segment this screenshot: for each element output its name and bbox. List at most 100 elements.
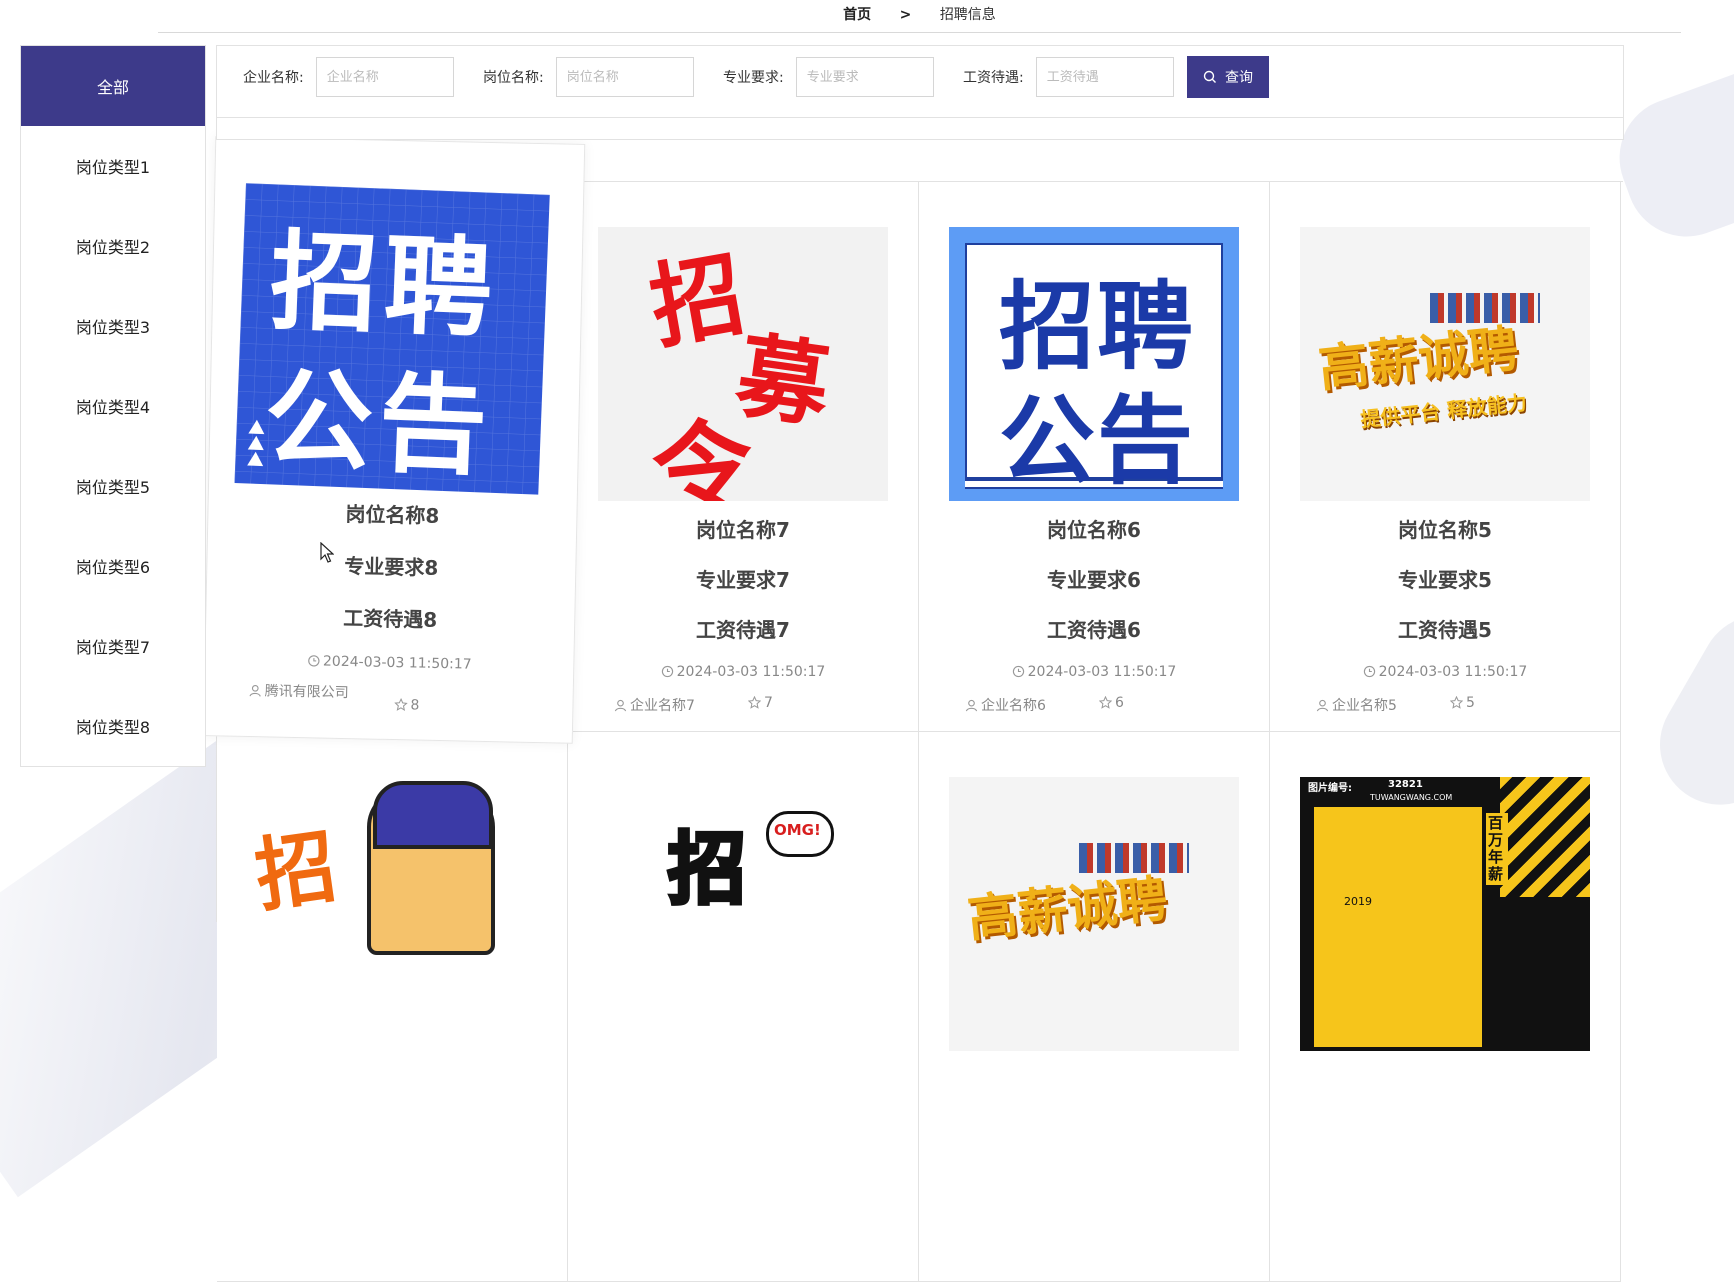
sidebar-item-type7[interactable]: 岗位类型7: [21, 606, 205, 686]
user-icon: [614, 699, 627, 712]
job-likes: 7: [748, 695, 773, 711]
poster-watermark: TUWANGWANG.COM: [1370, 793, 1453, 802]
poster-text-3: 令: [646, 404, 759, 501]
search-button-label: 查询: [1225, 70, 1253, 86]
job-likes-count: 5: [1466, 695, 1475, 711]
job-position: 岗位名称8: [345, 502, 440, 528]
search-button[interactable]: 查询: [1187, 56, 1269, 98]
clock-icon: [1012, 665, 1024, 678]
search-row: 企业名称: 岗位名称: 专业要求: 工资待遇: 查询: [217, 46, 1623, 118]
poster-text-1: 高薪诚聘: [964, 869, 1170, 949]
breadcrumb-separator: >: [899, 7, 912, 23]
job-company: 企业名称6: [965, 695, 1046, 715]
company-label: 企业名称:: [243, 70, 304, 86]
job-card[interactable]: 招 OMG!: [568, 732, 919, 1282]
major-input[interactable]: [795, 57, 934, 97]
poster-text-2: 公告: [262, 356, 496, 491]
job-time: 2024-03-03 11:50:17: [1270, 664, 1620, 680]
job-card[interactable]: 招聘 公告 岗位名称6 专业要求6 工资待遇6 2024-03-03 11:50…: [919, 182, 1270, 732]
search-icon: [1203, 70, 1216, 83]
poster-image: 高薪诚聘: [949, 777, 1239, 1051]
poster-image: 招聘 公告: [949, 227, 1239, 501]
poster-text-2: 公告: [999, 384, 1195, 497]
sidebar-item-type2[interactable]: 岗位类型2: [21, 206, 205, 286]
search-panel: 企业名称: 岗位名称: 专业要求: 工资待遇: 查询: [216, 45, 1624, 140]
mouse-cursor-icon: [320, 542, 334, 563]
poster-id-number: 32821: [1388, 779, 1423, 790]
job-salary: 工资待遇8: [343, 605, 438, 632]
job-company-text: 企业名称7: [630, 698, 695, 714]
job-likes: 6: [1099, 695, 1124, 711]
job-major: 专业要求7: [696, 568, 790, 592]
background-shape: [1638, 593, 1734, 827]
job-major: 专业要求6: [1047, 568, 1141, 592]
job-company-text: 腾讯有限公司: [264, 683, 349, 702]
job-time: 2024-03-03 11:50:17: [919, 664, 1269, 680]
job-time: 2024-03-03 11:50:17: [205, 651, 573, 675]
job-company: 企业名称7: [614, 695, 695, 715]
poster-hair: [373, 781, 493, 849]
poster-image: 图片编号: 32821 TUWANGWANG.COM 百万年薪 2019: [1300, 777, 1590, 1051]
job-likes-count: 7: [764, 695, 773, 711]
job-card[interactable]: 招: [217, 732, 568, 1282]
company-input[interactable]: [315, 57, 454, 97]
sidebar-item-type6[interactable]: 岗位类型6: [21, 526, 205, 606]
job-time-text: 2024-03-03 11:50:17: [1027, 664, 1177, 680]
job-likes: 8: [394, 697, 420, 714]
job-card[interactable]: 高薪诚聘 提供平台 释放能力 岗位名称5 专业要求5 工资待遇5 2024-03…: [1270, 182, 1621, 732]
position-input[interactable]: [555, 57, 694, 97]
job-card[interactable]: 图片编号: 32821 TUWANGWANG.COM 百万年薪 2019: [1270, 732, 1621, 1282]
job-salary: 工资待遇5: [1398, 618, 1492, 642]
job-position: 岗位名称6: [1047, 518, 1141, 542]
breadcrumb-home-link[interactable]: 首页: [843, 7, 871, 23]
category-sidebar: 全部 岗位类型1 岗位类型2 岗位类型3 岗位类型4 岗位类型5 岗位类型6 岗…: [20, 45, 206, 767]
sidebar-item-type8[interactable]: 岗位类型8: [21, 686, 205, 766]
sidebar-item-type3[interactable]: 岗位类型3: [21, 286, 205, 366]
job-time-text: 2024-03-03 11:50:17: [1378, 664, 1528, 680]
salary-field: 工资待遇:: [963, 56, 1174, 98]
job-major: 专业要求8: [344, 553, 439, 580]
poster-text-1: 高薪诚聘: [1315, 319, 1521, 399]
poster-panel: [1314, 807, 1482, 1047]
star-icon: [1099, 696, 1112, 709]
job-card[interactable]: 招聘 公告 岗位名称8 专业要求8 工资待遇8 2024-03-03 11:50…: [202, 136, 586, 744]
user-icon: [965, 699, 978, 712]
salary-label: 工资待遇:: [963, 70, 1024, 86]
breadcrumb: 首页 > 招聘信息: [158, 0, 1681, 33]
sidebar-item-type5[interactable]: 岗位类型5: [21, 446, 205, 526]
job-card[interactable]: 高薪诚聘: [919, 732, 1270, 1282]
poster-image: 招 募 令: [598, 227, 888, 501]
salary-input[interactable]: [1035, 57, 1174, 97]
sidebar-item-type4[interactable]: 岗位类型4: [21, 366, 205, 446]
job-company: 企业名称5: [1316, 695, 1397, 715]
poster-image: 招: [247, 777, 537, 1051]
job-likes-count: 6: [1115, 695, 1124, 711]
job-likes: 5: [1450, 695, 1475, 711]
clock-icon: [661, 665, 673, 678]
job-card[interactable]: 招 募 令 岗位名称7 专业要求7 工资待遇7 2024-03-03 11:50…: [568, 182, 919, 732]
poster-text-1: 招: [642, 239, 752, 363]
job-salary: 工资待遇7: [696, 618, 790, 642]
job-likes-count: 8: [410, 697, 420, 714]
poster-image: 招 OMG!: [598, 777, 888, 1051]
star-icon: [1450, 696, 1463, 709]
poster-stripes: [1500, 777, 1590, 897]
poster-text-1: 招: [666, 822, 748, 917]
breadcrumb-current: 招聘信息: [939, 7, 996, 23]
major-field: 专业要求:: [723, 56, 934, 98]
position-label: 岗位名称:: [483, 70, 544, 86]
job-company: 腾讯有限公司: [248, 680, 349, 704]
poster-image: 高薪诚聘 提供平台 释放能力: [1300, 227, 1590, 501]
job-company-text: 企业名称6: [981, 698, 1046, 714]
sidebar-item-all[interactable]: 全部: [21, 46, 205, 126]
position-field: 岗位名称:: [483, 56, 694, 98]
sidebar-item-type1[interactable]: 岗位类型1: [21, 126, 205, 206]
job-salary: 工资待遇6: [1047, 618, 1141, 642]
job-time-text: 2024-03-03 11:50:17: [322, 653, 472, 673]
poster-id-label: 图片编号:: [1308, 783, 1352, 794]
clock-icon: [1363, 665, 1375, 678]
job-position: 岗位名称7: [696, 518, 790, 542]
job-time-text: 2024-03-03 11:50:17: [676, 664, 826, 680]
job-card-grid: 招聘 公告 岗位名称8 专业要求8 工资待遇8 2024-03-03 11:50…: [202, 136, 1623, 1282]
clock-icon: [307, 655, 320, 667]
